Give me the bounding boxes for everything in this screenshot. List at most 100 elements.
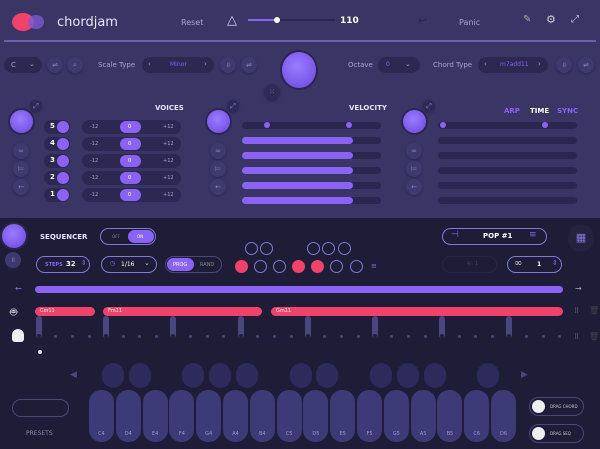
- time-bar[interactable]: [438, 167, 577, 174]
- step-dot[interactable]: [155, 335, 159, 338]
- pause-icon[interactable]: ॥: [556, 57, 572, 73]
- sequencer-toggle[interactable]: OFF ON: [100, 228, 156, 245]
- voice-toggle[interactable]: 5: [44, 120, 70, 134]
- arrow-left-icon[interactable]: ←: [210, 179, 226, 195]
- step-dot[interactable]: [558, 335, 562, 338]
- piano-key[interactable]: B5: [437, 390, 463, 442]
- voice-toggle[interactable]: 1: [44, 188, 70, 202]
- voice-toggle[interactable]: 4: [44, 137, 70, 151]
- rhythm-ring[interactable]: [330, 260, 343, 273]
- piano-key[interactable]: D5: [303, 390, 329, 442]
- step-dot[interactable]: [407, 335, 411, 338]
- drag-icon[interactable]: ⠿: [574, 307, 579, 315]
- tab-arp[interactable]: ARP: [504, 107, 520, 115]
- sustain-icon[interactable]: ⊨: [210, 161, 226, 177]
- arrow-left-icon[interactable]: ←: [13, 179, 29, 195]
- velocity-bar[interactable]: [242, 167, 381, 174]
- voice-offset-slider[interactable]: -12 0 +12: [82, 137, 181, 151]
- piano-key[interactable]: C6: [464, 390, 490, 442]
- step-dot[interactable]: [524, 335, 528, 338]
- panel-orb[interactable]: [403, 110, 426, 133]
- panel-orb[interactable]: [10, 110, 33, 133]
- list-icon[interactable]: ≡: [371, 262, 377, 270]
- chord-block[interactable]: Fm11: [103, 307, 262, 316]
- sequence-range-bar[interactable]: [35, 286, 563, 293]
- piano-key[interactable]: B4: [249, 390, 275, 442]
- pencil-icon[interactable]: ✎: [523, 14, 531, 25]
- ratio-stepper[interactable]: 4 : 1: [442, 256, 497, 273]
- step-dot[interactable]: [289, 335, 293, 338]
- arrow-left-icon[interactable]: ←: [15, 284, 22, 293]
- piano-key[interactable]: C5: [276, 390, 302, 442]
- rhythm-ring[interactable]: [292, 260, 305, 273]
- keys-left-arrow[interactable]: ◀: [70, 370, 77, 380]
- piano-black-key[interactable]: [289, 363, 312, 388]
- sequencer-orb[interactable]: [2, 224, 26, 248]
- velocity-slider[interactable]: [242, 122, 381, 129]
- rhythm-ring[interactable]: [273, 260, 286, 273]
- piano-black-key[interactable]: [316, 363, 339, 388]
- velocity-bar[interactable]: [242, 152, 381, 159]
- scale-type-select[interactable]: ‹ Minor ›: [142, 57, 214, 73]
- step-dot[interactable]: [423, 335, 427, 338]
- piano-black-key[interactable]: [182, 363, 205, 388]
- step-dot[interactable]: [457, 335, 461, 338]
- piano-black-key[interactable]: [370, 363, 392, 388]
- tab-time[interactable]: TIME: [530, 107, 549, 115]
- piano-key[interactable]: D6: [491, 390, 516, 442]
- mode-toggle[interactable]: PROG RAND: [165, 256, 222, 273]
- arrow-left-icon[interactable]: ←: [406, 179, 422, 195]
- chord-block[interactable]: Gm11: [271, 307, 563, 316]
- tab-sync[interactable]: SYNC: [557, 107, 578, 115]
- search-icon[interactable]: ⌕: [67, 57, 83, 73]
- rhythm-ring[interactable]: [311, 260, 324, 273]
- rhythm-ring[interactable]: [338, 242, 351, 255]
- expand-icon[interactable]: ⤢: [423, 100, 435, 112]
- piano-black-key[interactable]: [102, 363, 124, 388]
- rate-select[interactable]: ◷ 1/16 ⌄: [101, 256, 157, 273]
- presets-button[interactable]: [12, 399, 69, 417]
- step-dot[interactable]: [541, 335, 545, 338]
- piano-key[interactable]: G5: [383, 390, 409, 442]
- shuffle-icon[interactable]: ⇌: [47, 57, 63, 73]
- piano-key[interactable]: C4: [89, 390, 114, 442]
- piano-black-key[interactable]: [477, 363, 500, 388]
- tempo-slider[interactable]: [248, 17, 335, 23]
- time-slider[interactable]: [438, 122, 577, 129]
- rhythm-ring[interactable]: [254, 260, 267, 273]
- drag-chord-button[interactable]: DRAG CHORD: [529, 397, 584, 416]
- shuffle-icon[interactable]: ⇌: [578, 57, 594, 73]
- voice-offset-slider[interactable]: -12 0 +12: [82, 188, 181, 202]
- step-dot[interactable]: [390, 335, 394, 338]
- velocity-bar[interactable]: [242, 137, 381, 144]
- shuffle-icon[interactable]: ⇌: [241, 57, 257, 73]
- sustain-icon[interactable]: ⊨: [406, 161, 422, 177]
- step-dot[interactable]: [474, 335, 478, 338]
- piano-black-key[interactable]: [128, 363, 151, 388]
- voice-offset-slider[interactable]: -12 0 +12: [82, 154, 181, 168]
- grid-icon[interactable]: ▦: [568, 224, 594, 252]
- voice-toggle[interactable]: 2: [44, 171, 70, 185]
- piano-key[interactable]: A4: [223, 390, 248, 442]
- piano-black-key[interactable]: [236, 363, 258, 388]
- voice-offset-slider[interactable]: -12 0 +12: [82, 120, 181, 134]
- pause-icon[interactable]: ॥: [5, 252, 21, 268]
- drag-handle-icon[interactable]: ⁙: [264, 84, 280, 100]
- drag-icon[interactable]: ⠿: [574, 333, 579, 341]
- step-dot[interactable]: [71, 335, 75, 338]
- rhythm-ring[interactable]: [307, 242, 320, 255]
- piano-black-key[interactable]: [423, 363, 446, 388]
- step-dot[interactable]: [138, 335, 142, 338]
- rhythm-ring[interactable]: [245, 242, 258, 255]
- step-dot[interactable]: [222, 335, 226, 338]
- piano-black-key[interactable]: [396, 363, 419, 388]
- rhythm-ring[interactable]: [260, 242, 273, 255]
- step-dot[interactable]: [356, 335, 360, 338]
- panic-button[interactable]: Panic: [459, 18, 480, 27]
- time-bar[interactable]: [438, 182, 577, 189]
- rhythm-ring[interactable]: [350, 260, 363, 273]
- sustain-icon[interactable]: ⊨: [13, 161, 29, 177]
- panel-orb[interactable]: [207, 110, 230, 133]
- piano-key[interactable]: E4: [142, 390, 168, 442]
- step-dot[interactable]: [339, 335, 343, 338]
